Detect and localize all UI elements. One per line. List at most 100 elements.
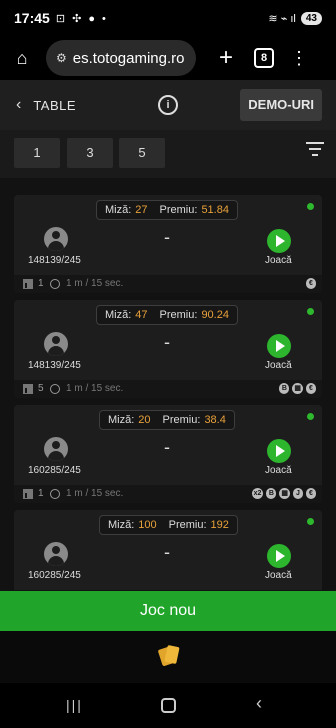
filter-option-5[interactable]: 5: [119, 138, 165, 168]
bet-label: Miză:: [108, 519, 135, 531]
avatar: [44, 542, 68, 566]
bet-value: 100: [138, 519, 157, 531]
prize-label: Premiu:: [162, 414, 201, 426]
bet-prize-pill: Miză: 47 Premiu: 90.24: [96, 305, 238, 325]
clock-icon: [50, 279, 60, 289]
game-card[interactable]: Miză: 47 Premiu: 90.24 148139/245 - Joac…: [14, 300, 322, 398]
bet-prize-pill: Miză: 27 Premiu: 51.84: [96, 200, 238, 220]
online-status-dot: [307, 518, 314, 525]
bet-value: 47: [135, 309, 148, 321]
back-icon[interactable]: ‹: [16, 96, 21, 114]
bet-label: Miză:: [105, 204, 132, 216]
cards-icon[interactable]: [157, 644, 180, 667]
stats-icon: [23, 384, 35, 394]
feature-badges: €: [306, 278, 316, 289]
play-icon[interactable]: [267, 334, 291, 358]
more-menu-icon[interactable]: ⋮: [290, 48, 308, 69]
site-settings-icon[interactable]: ⚙: [56, 51, 67, 65]
play-icon[interactable]: [267, 544, 291, 568]
status-time: 17:45: [14, 10, 50, 26]
opponent-placeholder: -: [164, 227, 170, 247]
jackpot-badge-icon: J: [293, 488, 303, 499]
system-navigation-bar: ||| ‹: [0, 683, 336, 728]
prize-label: Premiu:: [159, 309, 198, 321]
avatar: [44, 437, 68, 461]
bet-prize-pill: Miză: 100 Premiu: 192: [99, 515, 238, 535]
page-title: TABLE: [33, 97, 77, 113]
bonus-badge-icon: B: [266, 488, 277, 499]
clock-icon: [50, 489, 60, 499]
euro-badge-icon: €: [306, 488, 316, 499]
bonus-badge-icon: B: [279, 383, 290, 394]
recents-icon[interactable]: |||: [66, 697, 83, 713]
prize-value: 192: [210, 519, 229, 531]
prize-label: Premiu:: [168, 519, 207, 531]
player-id: 148139/245: [28, 360, 81, 371]
status-right: ≋ ⌁ ıl 43: [268, 11, 322, 25]
home-icon[interactable]: ⌂: [8, 48, 36, 69]
opponent-placeholder: -: [164, 437, 170, 457]
url-text: es.totogaming.ro: [72, 49, 185, 67]
filter-option-3[interactable]: 3: [67, 138, 113, 168]
euro-badge-icon: €: [306, 278, 316, 289]
table-list: Miză: 27 Premiu: 51.84 148139/245 - Joac…: [0, 178, 336, 590]
card-footer: 1 1 m / 15 sec. €: [14, 275, 322, 293]
filter-bar: 1 3 5: [0, 130, 336, 178]
clock-icon: [50, 384, 60, 394]
prize-value: 90.24: [201, 309, 229, 321]
prize-value: 38.4: [204, 414, 226, 426]
player-id: 160285/245: [28, 465, 81, 476]
game-card[interactable]: Miză: 20 Premiu: 38.4 160285/245 - Joacă…: [14, 405, 322, 503]
avatar: [44, 227, 68, 251]
demo-button[interactable]: DEMO-URI: [240, 89, 322, 121]
euro-badge-icon: €: [306, 383, 316, 394]
game-card[interactable]: Miză: 27 Premiu: 51.84 148139/245 - Joac…: [14, 195, 322, 293]
bet-prize-pill: Miză: 20 Premiu: 38.4: [99, 410, 235, 430]
play-label[interactable]: Joacă: [265, 360, 292, 371]
app-header: ‹ TABLE i DEMO-URI: [0, 80, 336, 130]
online-status-dot: [307, 203, 314, 210]
battery-icon: 43: [300, 11, 322, 25]
bet-value: 20: [138, 414, 151, 426]
round-count: 5: [38, 383, 44, 394]
play-icon[interactable]: [267, 229, 291, 253]
play-label[interactable]: Joacă: [265, 570, 292, 581]
new-game-button[interactable]: Joc nou: [0, 591, 336, 631]
home-nav-icon[interactable]: [161, 698, 176, 713]
info-icon[interactable]: i: [158, 95, 178, 115]
online-status-dot: [307, 413, 314, 420]
play-label[interactable]: Joacă: [265, 255, 292, 266]
grid-badge-icon: ▦: [292, 383, 303, 394]
player-id: 148139/245: [28, 255, 81, 266]
opponent-placeholder: -: [164, 332, 170, 352]
game-card[interactable]: Miză: 100 Premiu: 192 160285/245 - Joacă: [14, 510, 322, 590]
new-tab-icon[interactable]: +: [214, 44, 238, 72]
bet-value: 27: [135, 204, 148, 216]
online-status-dot: [307, 308, 314, 315]
card-footer: 1 1 m / 15 sec. x2 B ▦ J €: [14, 485, 322, 503]
address-bar[interactable]: ⚙ es.totogaming.ro: [46, 40, 196, 76]
feature-badges: x2 B ▦ J €: [251, 488, 316, 499]
status-bar: 17:45 ⊡ ✣ ● • ≋ ⌁ ıl 43: [0, 0, 336, 36]
filter-option-1[interactable]: 1: [14, 138, 60, 168]
time-control: 1 m / 15 sec.: [66, 383, 124, 394]
filter-icon[interactable]: [306, 142, 324, 160]
round-count: 1: [38, 278, 44, 289]
bet-label: Miză:: [105, 309, 132, 321]
play-label[interactable]: Joacă: [265, 465, 292, 476]
stats-icon: [23, 279, 35, 289]
browser-toolbar: ⌂ ⚙ es.totogaming.ro + 8 ⋮: [0, 36, 336, 80]
time-control: 1 m / 15 sec.: [66, 278, 124, 289]
feature-badges: B ▦ €: [279, 383, 316, 394]
signal-icon: ≋ ⌁ ıl: [268, 12, 296, 25]
round-count: 1: [38, 488, 44, 499]
avatar: [44, 332, 68, 356]
tab-switcher-button[interactable]: 8: [254, 48, 274, 68]
card-footer: 5 1 m / 15 sec. B ▦ €: [14, 380, 322, 398]
bottom-app-bar: [0, 631, 336, 683]
x2-badge-icon: x2: [251, 488, 264, 499]
play-icon[interactable]: [267, 439, 291, 463]
prize-value: 51.84: [201, 204, 229, 216]
back-nav-icon[interactable]: ‹: [256, 693, 262, 714]
prize-label: Premiu:: [159, 204, 198, 216]
